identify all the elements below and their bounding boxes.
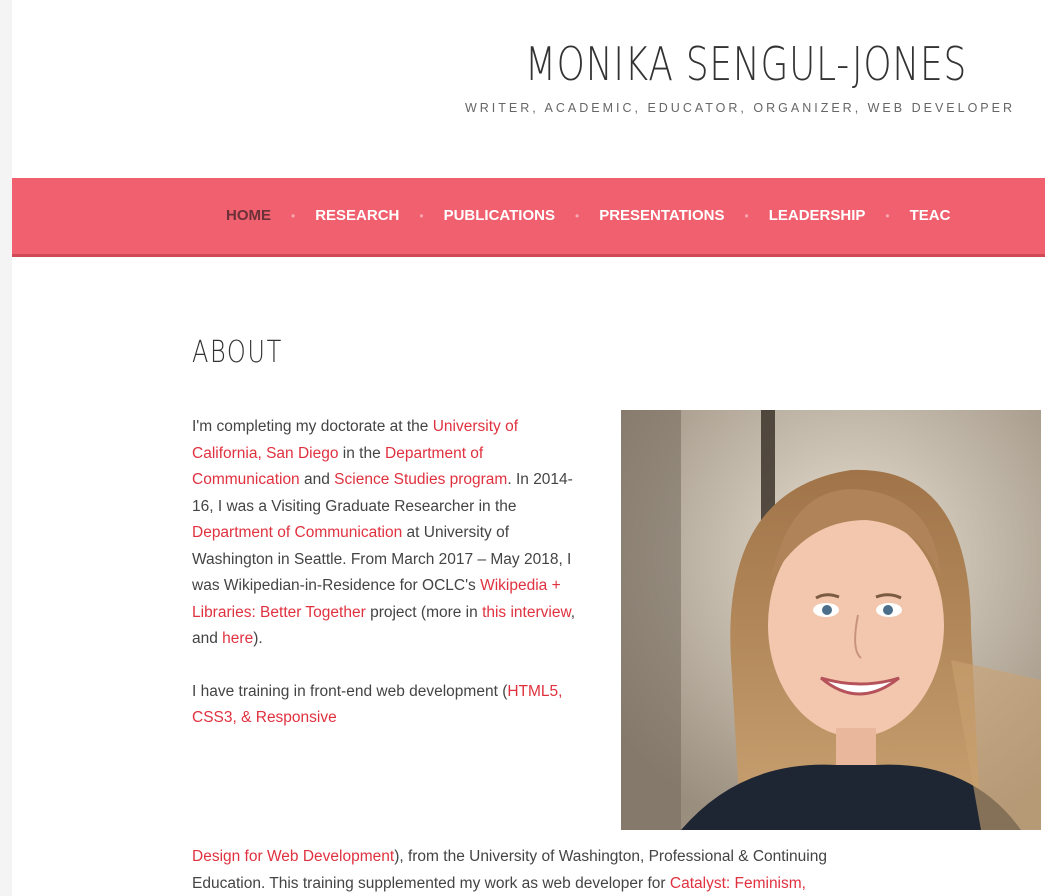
bio-line: Design for Web Development), from the Un… bbox=[192, 844, 1032, 871]
portrait-photo-image bbox=[621, 410, 1041, 830]
html5-course-link[interactable]: Design for Web Development bbox=[192, 848, 394, 865]
nav-item-presentations[interactable]: PRESENTATIONS bbox=[599, 207, 724, 224]
nav-item-teaching[interactable]: TEAC bbox=[910, 207, 951, 224]
page: MONIKA SENGUL-JONES WRITER, ACADEMIC, ED… bbox=[12, 0, 1045, 896]
portrait-photo bbox=[621, 410, 1041, 830]
nav-separator: • bbox=[574, 208, 580, 223]
bio-paragraph-2: I have training in front-end web develop… bbox=[192, 679, 587, 732]
nav-separator: • bbox=[419, 208, 424, 223]
nav-separator: • bbox=[291, 208, 296, 223]
bio-text: Education. This training supplemented my… bbox=[192, 874, 670, 892]
bio-text: in the bbox=[338, 444, 386, 462]
interview-link[interactable]: this interview bbox=[482, 604, 571, 621]
nav-list: HOME • RESEARCH • PUBLICATIONS • PRESENT… bbox=[226, 207, 950, 224]
bio-paragraph-1: I'm completing my doctorate at the Unive… bbox=[192, 414, 587, 653]
bio-text: I'm completing my doctorate at the bbox=[192, 418, 433, 435]
nav-separator: • bbox=[744, 208, 749, 223]
bio-text: and bbox=[299, 471, 335, 488]
about-text: I'm completing my doctorate at the Unive… bbox=[192, 414, 587, 732]
bio-line: Education. This training supplemented my… bbox=[192, 871, 1032, 896]
bio-paragraph-2-continued: Design for Web Development), from the Un… bbox=[192, 844, 1032, 896]
nav-item-leadership[interactable]: LEADERSHIP bbox=[769, 207, 866, 224]
nav-separator: • bbox=[885, 208, 890, 223]
nav-item-home[interactable]: HOME bbox=[226, 207, 271, 224]
site-tagline: WRITER, ACADEMIC, EDUCATOR, ORGANIZER, W… bbox=[464, 101, 1015, 115]
bio-text: ), from the University of Washington, Pr… bbox=[394, 848, 827, 865]
bio-text: project (more in bbox=[365, 603, 483, 621]
site-title[interactable]: MONIKA SENGUL-JONES bbox=[222, 32, 967, 96]
nav-item-publications[interactable]: PUBLICATIONS bbox=[444, 207, 555, 224]
page-title: ABOUT bbox=[192, 335, 283, 370]
science-studies-link[interactable]: Science Studies program bbox=[334, 471, 507, 488]
catalyst-link[interactable]: Catalyst: Feminism, bbox=[670, 875, 806, 892]
bio-text: I have training in front-end web develop… bbox=[192, 682, 508, 700]
main-navigation: HOME • RESEARCH • PUBLICATIONS • PRESENT… bbox=[12, 178, 1045, 257]
nav-item-research[interactable]: RESEARCH bbox=[315, 207, 399, 224]
bio-text: ). bbox=[253, 630, 263, 647]
uw-communication-link[interactable]: Department of Communication bbox=[192, 524, 402, 541]
here-link[interactable]: here bbox=[222, 630, 253, 647]
